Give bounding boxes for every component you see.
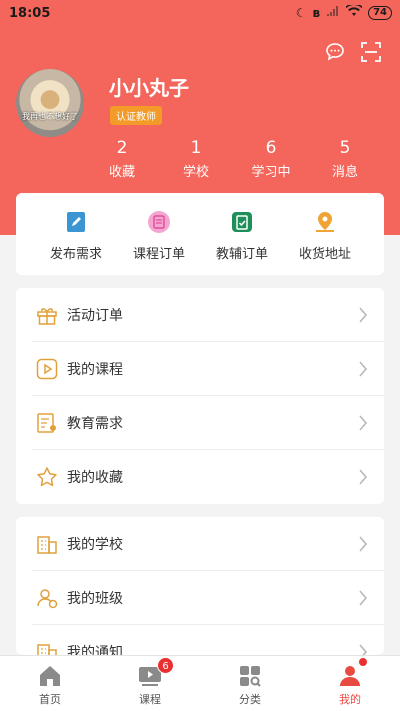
menu-group-orders: 活动订单 我的课程 教育需求 我的收藏 (16, 288, 384, 504)
course-order-icon (148, 211, 170, 233)
menu-label: 我的学校 (67, 537, 123, 553)
stat-schools[interactable]: 1 学校 (166, 138, 226, 180)
quick-publish-demand[interactable]: 发布需求 (36, 211, 116, 262)
gift-icon (37, 308, 57, 325)
quick-label: 收货地址 (298, 247, 351, 262)
clipboard-order-icon (231, 211, 253, 233)
mine-notification-dot (358, 657, 368, 667)
category-icon (238, 664, 262, 688)
bluetooth-icon: ʙ (312, 5, 321, 20)
stat-value: 1 (190, 138, 202, 158)
status-icons: ☾ ʙ 74 (295, 3, 392, 20)
menu-group-school: 我的学校 我的班级 我的通知 (16, 517, 384, 655)
scan-button[interactable] (360, 41, 382, 63)
message-button[interactable] (324, 41, 346, 63)
stat-value: 6 (265, 138, 277, 158)
menu-activity-orders[interactable]: 活动订单 (16, 288, 384, 342)
menu-my-courses[interactable]: 我的课程 (16, 342, 384, 396)
battery-indicator: 74 (368, 5, 392, 20)
class-group-icon (37, 589, 58, 609)
quick-label: 教辅订单 (215, 247, 268, 262)
quick-aux-orders[interactable]: 教辅订单 (202, 211, 282, 262)
tab-label: 课程 (139, 693, 161, 706)
notice-icon (37, 644, 57, 655)
quick-label: 课程订单 (132, 247, 185, 262)
header-actions (324, 41, 382, 63)
profile-icon (338, 664, 362, 688)
building-icon (37, 536, 57, 554)
menu-education-demand[interactable]: 教育需求 (16, 396, 384, 450)
profile-stats: 2 收藏 1 学校 6 学习中 5 消息 (84, 138, 384, 180)
chevron-right-icon (359, 415, 368, 431)
bottom-tab-bar: 首页 课程 分类 我的 (0, 655, 400, 711)
tab-label: 我的 (339, 693, 361, 706)
menu-my-school[interactable]: 我的学校 (16, 517, 384, 571)
chevron-right-icon (359, 590, 368, 606)
map-pin-icon (314, 211, 336, 233)
avatar[interactable]: 我再也不想好了 (16, 69, 84, 137)
chevron-right-icon (359, 644, 368, 655)
user-name: 小小丸子 (109, 76, 189, 100)
tab-label: 分类 (239, 693, 261, 706)
chat-bubble-icon (326, 43, 344, 61)
play-icon (36, 358, 58, 380)
status-bar: 18:05 ☾ ʙ 74 (0, 0, 400, 28)
certified-teacher-badge: 认证教师 (110, 106, 162, 125)
tab-mine[interactable]: 我的 (300, 656, 400, 711)
menu-my-class[interactable]: 我的班级 (16, 571, 384, 625)
stat-value: 5 (339, 138, 351, 158)
scan-icon (361, 42, 381, 62)
requirement-icon (37, 413, 56, 433)
chevron-right-icon (359, 536, 368, 552)
menu-my-notices[interactable]: 我的通知 (16, 625, 384, 655)
avatar-caption: 我再也不想好了 (22, 112, 78, 121)
wifi-icon (345, 3, 363, 20)
stat-label: 收藏 (108, 165, 135, 180)
stat-learning[interactable]: 6 学习中 (241, 138, 301, 180)
signal-icon (326, 5, 340, 20)
quick-shipping-address[interactable]: 收货地址 (285, 211, 365, 262)
status-time: 18:05 (9, 6, 51, 21)
tab-label: 首页 (39, 693, 61, 706)
menu-label: 我的课程 (67, 362, 123, 378)
tab-categories[interactable]: 分类 (200, 656, 300, 711)
stat-messages[interactable]: 5 消息 (315, 138, 375, 180)
menu-my-favorites[interactable]: 我的收藏 (16, 450, 384, 504)
stat-label: 学习中 (251, 165, 291, 180)
menu-label: 我的通知 (67, 645, 123, 655)
chevron-right-icon (359, 361, 368, 377)
quick-label: 发布需求 (49, 247, 102, 262)
menu-label: 教育需求 (67, 416, 123, 432)
home-icon (38, 664, 62, 688)
quick-actions-card: 发布需求 课程订单 教辅订单 收货地址 (16, 193, 384, 275)
stat-favorites[interactable]: 2 收藏 (92, 138, 152, 180)
stat-label: 学校 (182, 165, 209, 180)
tab-home[interactable]: 首页 (0, 656, 100, 711)
menu-label: 我的收藏 (67, 470, 123, 486)
tab-courses[interactable]: 课程 (100, 656, 200, 711)
chevron-right-icon (359, 469, 368, 485)
chevron-right-icon (359, 307, 368, 323)
stat-label: 消息 (331, 165, 358, 180)
stat-value: 2 (116, 138, 128, 158)
course-count-badge: 6 (157, 657, 174, 674)
quick-course-orders[interactable]: 课程订单 (119, 211, 199, 262)
edit-document-icon (65, 211, 87, 233)
menu-label: 活动订单 (67, 308, 123, 324)
moon-icon: ☾ (295, 5, 307, 20)
star-icon (37, 467, 57, 487)
menu-label: 我的班级 (67, 591, 123, 607)
